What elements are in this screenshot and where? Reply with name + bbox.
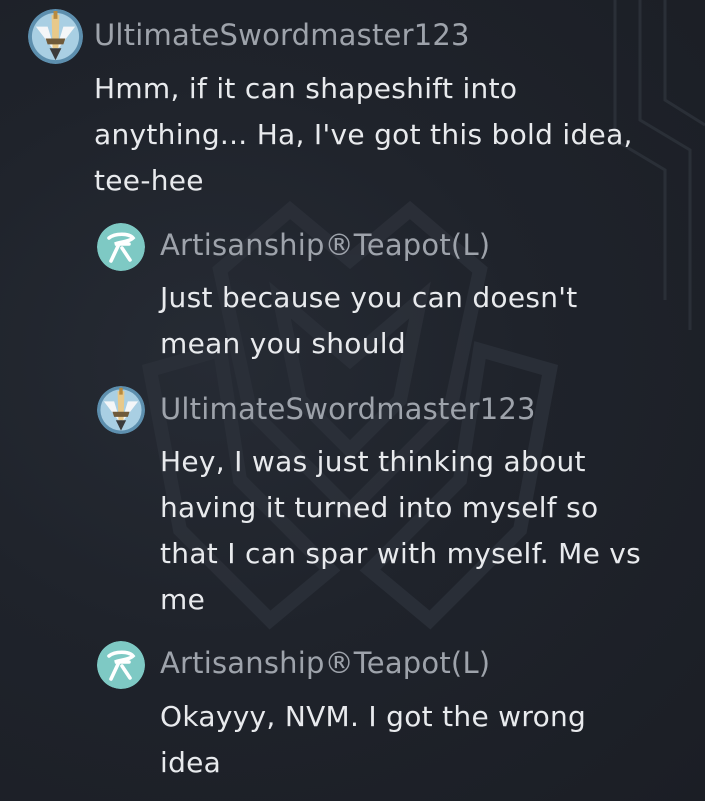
comment-text-line: Just because you can doesn't xyxy=(160,281,578,314)
comment-text-line: Hey, I was just thinking about xyxy=(160,445,586,478)
user-avatar[interactable] xyxy=(97,386,145,434)
username[interactable]: Artisanship®Teapot(L) xyxy=(160,646,490,680)
sword-emblem-avatar-icon xyxy=(97,386,145,434)
user-avatar[interactable] xyxy=(28,9,83,64)
comment-text-line: idea xyxy=(160,746,222,779)
comment-text: Hmm, if it can shapeshift into anything.… xyxy=(94,66,633,204)
comment-text-line: anything... Ha, I've got this bold idea, xyxy=(94,118,633,151)
comment-text-line: Hmm, if it can shapeshift into xyxy=(94,72,518,105)
username[interactable]: UltimateSwordmaster123 xyxy=(94,18,470,52)
teapot-logo-avatar-icon xyxy=(97,641,145,689)
comment-text: Hey, I was just thinking about having it… xyxy=(160,439,641,623)
comment-text-line: Okayyy, NVM. I got the wrong xyxy=(160,700,587,733)
comment-text-line: that I can spar with myself. Me vs xyxy=(160,537,642,570)
comment-text: Just because you can doesn't mean you sh… xyxy=(160,275,578,367)
teapot-logo-avatar-icon xyxy=(97,223,145,271)
comment-text-line: mean you should xyxy=(160,327,406,360)
sword-emblem-avatar-icon xyxy=(28,9,83,64)
comment-text-line: me xyxy=(160,583,206,616)
user-avatar[interactable] xyxy=(97,641,145,689)
username[interactable]: Artisanship®Teapot(L) xyxy=(160,228,490,262)
comment-text-line: having it turned into myself so xyxy=(160,491,599,524)
username[interactable]: UltimateSwordmaster123 xyxy=(160,392,536,426)
comment-text: Okayyy, NVM. I got the wrong idea xyxy=(160,694,586,786)
user-avatar[interactable] xyxy=(97,223,145,271)
comment-text-line: tee-hee xyxy=(94,164,204,197)
